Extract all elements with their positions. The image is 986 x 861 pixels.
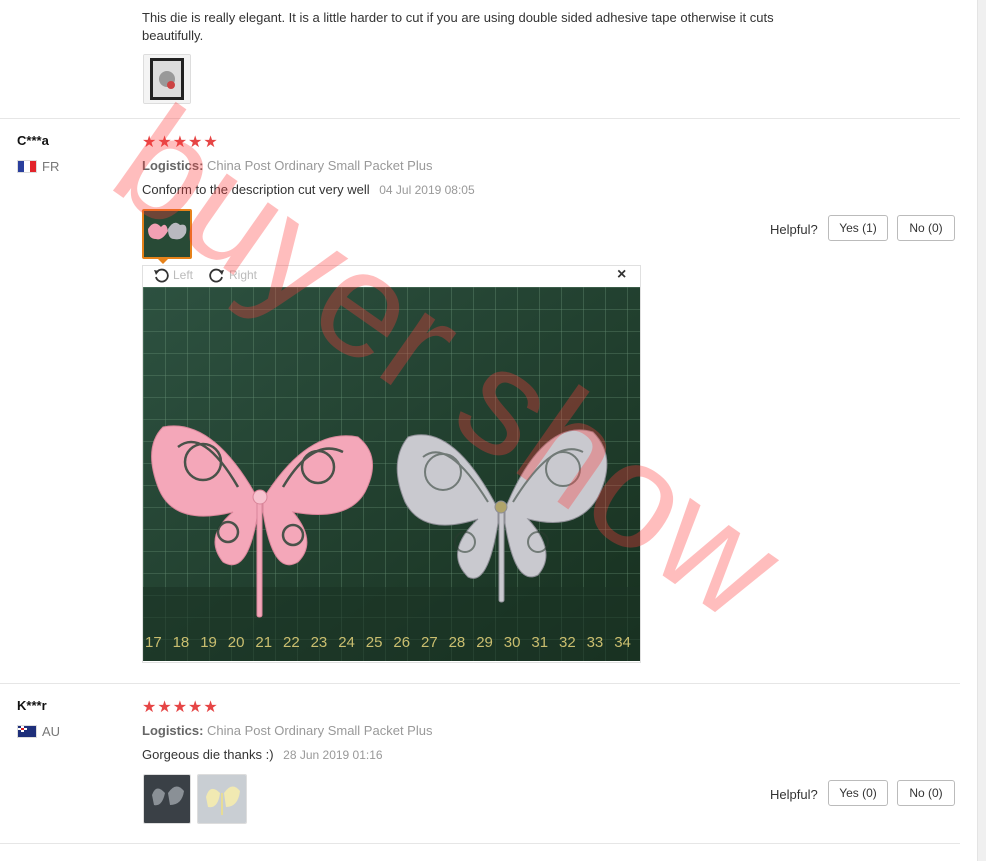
logistics-info: Logistics: China Post Ordinary Small Pac… xyxy=(142,158,432,173)
france-flag-icon xyxy=(17,160,37,173)
country-code: AU xyxy=(42,724,61,739)
ruler-number: 26 xyxy=(393,634,410,651)
star-rating: ★★★★★ xyxy=(142,699,219,716)
rotate-right-button[interactable]: Right xyxy=(209,267,257,283)
review-date: 04 Jul 2019 08:05 xyxy=(379,183,475,197)
logistics-label: Logistics: xyxy=(142,158,204,173)
page-scrollbar[interactable] xyxy=(977,0,986,861)
ruler-number: 33 xyxy=(587,634,604,651)
reviewer-country: FR xyxy=(17,159,59,174)
ruler-number: 32 xyxy=(559,634,576,651)
ruler-number: 18 xyxy=(173,634,190,651)
ruler-number: 30 xyxy=(504,634,521,651)
helpful-label: Helpful? xyxy=(770,787,818,802)
helpful-no-button[interactable]: No (0) xyxy=(897,215,955,241)
review-photo-thumb-active[interactable] xyxy=(142,209,192,259)
review-text-1: This die is really elegant. It is a litt… xyxy=(142,10,774,43)
review-photo-thumb[interactable] xyxy=(143,774,191,824)
logistics-label: Logistics: xyxy=(142,723,204,738)
reviewer-name: C***a xyxy=(17,133,49,148)
ruler-number: 17 xyxy=(145,634,162,651)
active-thumb-pointer xyxy=(157,258,169,264)
helpful-yes-button[interactable]: Yes (1) xyxy=(828,215,888,241)
logistics-value: China Post Ordinary Small Packet Plus xyxy=(207,158,433,173)
review-photo-thumb[interactable] xyxy=(197,774,247,824)
reviewer-country: AU xyxy=(17,724,60,739)
review-photo-large: 17 18 19 20 21 22 23 24 25 26 27 28 29 30 31 32 33 34 xyxy=(143,287,640,661)
rotate-left-label: Left xyxy=(173,268,194,282)
rotate-left-icon xyxy=(154,268,169,283)
star-rating: ★★★★★ xyxy=(142,134,219,151)
ruler-number: 27 xyxy=(421,634,438,651)
butterfly-dies-photo: 17 18 19 20 21 22 23 24 25 26 27 28 29 30 31 32 33 34 xyxy=(143,287,640,661)
reviewer-name: K***r xyxy=(17,698,47,713)
helpful-label: Helpful? xyxy=(770,222,818,237)
rotate-right-label: Right xyxy=(229,268,258,282)
ruler-number: 23 xyxy=(311,634,328,651)
helpful-yes-button[interactable]: Yes (0) xyxy=(828,780,888,806)
review-body: Conform to the description cut very well xyxy=(142,182,370,197)
ruler-number: 19 xyxy=(200,634,217,651)
dark-butterfly-photo xyxy=(144,775,190,823)
ruler-number: 24 xyxy=(338,634,355,651)
ruler-number: 20 xyxy=(228,634,245,651)
photo-viewer: Left Right × 17 18 19 20 21 22 23 24 25 … xyxy=(142,265,641,663)
rotate-left-button[interactable]: Left xyxy=(153,267,193,283)
review-photo-thumb[interactable] xyxy=(143,54,191,104)
review-text-2: Conform to the description cut very well… xyxy=(142,181,475,199)
review-text-3: Gorgeous die thanks :) 28 Jun 2019 01:16 xyxy=(142,746,383,764)
rotate-right-icon xyxy=(209,268,224,283)
light-butterfly-photo xyxy=(198,775,246,823)
ruler-number: 21 xyxy=(255,634,272,651)
card-photo xyxy=(144,55,190,103)
review-body: Gorgeous die thanks :) xyxy=(142,747,274,762)
ruler-number: 22 xyxy=(283,634,300,651)
helpful-no-button[interactable]: No (0) xyxy=(897,780,955,806)
ruler-number: 25 xyxy=(366,634,383,651)
country-code: FR xyxy=(42,159,60,174)
butterfly-thumb-photo xyxy=(144,211,190,257)
logistics-info: Logistics: China Post Ordinary Small Pac… xyxy=(142,723,432,738)
review-date: 28 Jun 2019 01:16 xyxy=(283,748,383,762)
review-divider xyxy=(0,843,960,844)
ruler-number: 28 xyxy=(449,634,466,651)
ruler-number: 34 xyxy=(614,634,631,651)
ruler-number: 29 xyxy=(476,634,493,651)
review-divider xyxy=(0,118,960,119)
australia-flag-icon xyxy=(17,725,37,738)
review-divider xyxy=(0,683,960,684)
logistics-value: China Post Ordinary Small Packet Plus xyxy=(207,723,433,738)
viewer-close-icon[interactable]: × xyxy=(617,266,626,284)
viewer-toolbar: Left Right × xyxy=(143,266,640,287)
ruler-number: 31 xyxy=(531,634,548,651)
